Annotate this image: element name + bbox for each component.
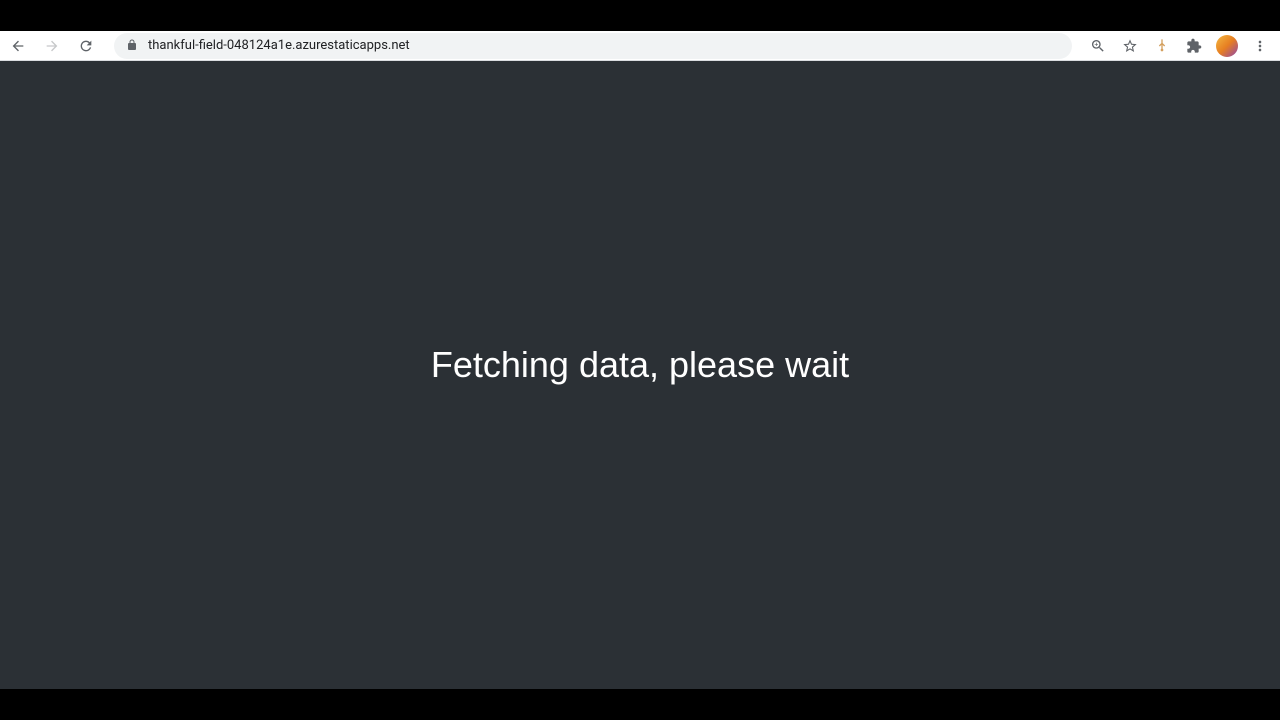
arrow-left-icon	[10, 38, 26, 54]
page-content: Fetching data, please wait	[0, 61, 1280, 689]
profile-avatar[interactable]	[1216, 35, 1238, 57]
menu-button[interactable]	[1250, 36, 1270, 56]
bookmark-button[interactable]	[1120, 36, 1140, 56]
kebab-menu-icon	[1252, 38, 1268, 54]
star-icon	[1122, 38, 1138, 54]
letterbox-bottom	[0, 689, 1280, 720]
address-bar[interactable]: thankful-field-048124a1e.azurestaticapps…	[114, 33, 1072, 59]
reload-button[interactable]	[74, 34, 98, 58]
extension-1-button[interactable]	[1152, 36, 1172, 56]
reload-icon	[78, 38, 94, 54]
toolbar-right	[1088, 35, 1274, 57]
loading-message: Fetching data, please wait	[431, 344, 849, 386]
arrow-right-icon	[44, 38, 60, 54]
extensions-button[interactable]	[1184, 36, 1204, 56]
url-text: thankful-field-048124a1e.azurestaticapps…	[148, 38, 410, 53]
extension-icon	[1154, 38, 1170, 54]
forward-button[interactable]	[40, 34, 64, 58]
zoom-icon	[1090, 38, 1106, 54]
lock-icon	[126, 36, 138, 55]
puzzle-icon	[1186, 38, 1202, 54]
browser-toolbar: thankful-field-048124a1e.azurestaticapps…	[0, 31, 1280, 61]
back-button[interactable]	[6, 34, 30, 58]
zoom-button[interactable]	[1088, 36, 1108, 56]
letterbox-top	[0, 0, 1280, 31]
